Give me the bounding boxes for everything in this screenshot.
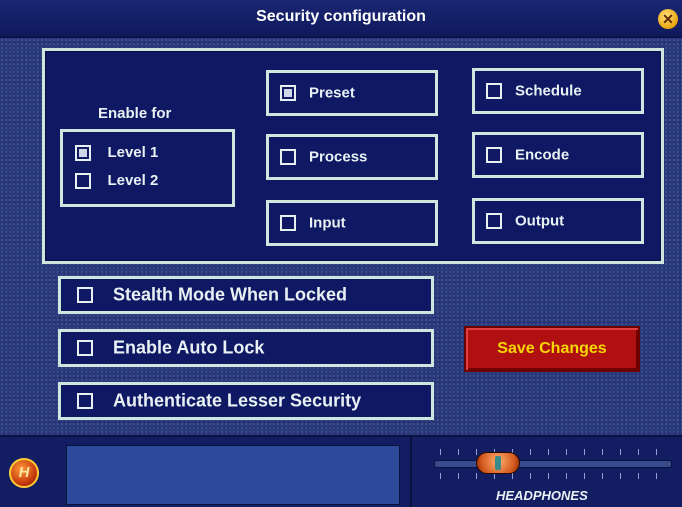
- tick-mark: [638, 449, 639, 455]
- tick-mark: [512, 473, 513, 479]
- stealth-mode-option[interactable]: Stealth Mode When Locked: [58, 276, 434, 314]
- tick-mark: [566, 473, 567, 479]
- tick-mark: [548, 449, 549, 455]
- tick-mark: [620, 473, 621, 479]
- window-title: Security configuration: [256, 8, 426, 25]
- tick-mark: [602, 473, 603, 479]
- tick-mark: [566, 449, 567, 455]
- tick-mark: [440, 473, 441, 479]
- schedule-checkbox[interactable]: [486, 83, 502, 99]
- status-display: [66, 445, 400, 505]
- headphones-label: HEADPHONES: [496, 488, 588, 503]
- logo-icon: H: [9, 458, 39, 488]
- enable-for-heading: Enable for: [98, 105, 172, 122]
- auto-lock-checkbox[interactable]: [77, 340, 93, 356]
- volume-slider-handle[interactable]: [476, 452, 520, 474]
- level-1-option[interactable]: Level 1: [75, 144, 158, 162]
- auto-lock-label: Enable Auto Lock: [113, 337, 265, 358]
- authenticate-lesser-security-checkbox[interactable]: [77, 393, 93, 409]
- tick-mark: [584, 473, 585, 479]
- tick-mark: [530, 473, 531, 479]
- preset-checkbox[interactable]: [280, 85, 296, 101]
- level-2-option[interactable]: Level 2: [75, 172, 158, 190]
- encode-checkbox[interactable]: [486, 147, 502, 163]
- save-changes-button[interactable]: Save Changes: [464, 326, 640, 372]
- tick-mark: [476, 449, 477, 455]
- output-option[interactable]: Output: [472, 198, 644, 244]
- tick-mark: [476, 473, 477, 479]
- authenticate-lesser-security-option[interactable]: Authenticate Lesser Security: [58, 382, 434, 420]
- level-1-checkbox[interactable]: [75, 144, 91, 161]
- schedule-option[interactable]: Schedule: [472, 68, 644, 114]
- tick-mark: [440, 449, 441, 455]
- tick-mark: [458, 449, 459, 455]
- preset-option[interactable]: Preset: [266, 70, 438, 116]
- input-label: Input: [309, 214, 346, 232]
- tick-mark: [656, 449, 657, 455]
- process-label: Process: [309, 148, 368, 166]
- level-2-checkbox[interactable]: [75, 172, 91, 189]
- stealth-mode-checkbox[interactable]: [77, 287, 93, 303]
- stealth-mode-label: Stealth Mode When Locked: [113, 284, 348, 305]
- input-checkbox[interactable]: [280, 215, 296, 231]
- output-checkbox[interactable]: [486, 213, 502, 229]
- process-option[interactable]: Process: [266, 134, 438, 180]
- auto-lock-option[interactable]: Enable Auto Lock: [58, 329, 434, 367]
- main-area: Enable for Level 1 Level 2 Preset Proces…: [0, 38, 682, 435]
- input-option[interactable]: Input: [266, 200, 438, 246]
- tick-mark: [656, 473, 657, 479]
- tick-mark: [530, 449, 531, 455]
- bottom-bar: H HEADPHONES: [0, 435, 682, 507]
- title-bar: Security configuration ✕: [0, 0, 682, 38]
- preset-label: Preset: [309, 84, 355, 102]
- tick-mark: [584, 449, 585, 455]
- tick-mark: [548, 473, 549, 479]
- schedule-label: Schedule: [515, 82, 582, 100]
- process-checkbox[interactable]: [280, 149, 296, 165]
- close-icon[interactable]: ✕: [658, 9, 678, 29]
- level-1-label: Level 1: [107, 144, 159, 162]
- tick-mark: [458, 473, 459, 479]
- level-2-label: Level 2: [107, 172, 159, 190]
- tick-mark: [620, 449, 621, 455]
- encode-label: Encode: [515, 146, 570, 164]
- authenticate-lesser-security-label: Authenticate Lesser Security: [113, 390, 362, 411]
- level-group: Level 1 Level 2: [60, 129, 235, 207]
- output-label: Output: [515, 212, 565, 230]
- tick-mark: [602, 449, 603, 455]
- encode-option[interactable]: Encode: [472, 132, 644, 178]
- divider: [410, 437, 412, 507]
- tick-mark: [638, 473, 639, 479]
- volume-slider-track[interactable]: [434, 460, 672, 468]
